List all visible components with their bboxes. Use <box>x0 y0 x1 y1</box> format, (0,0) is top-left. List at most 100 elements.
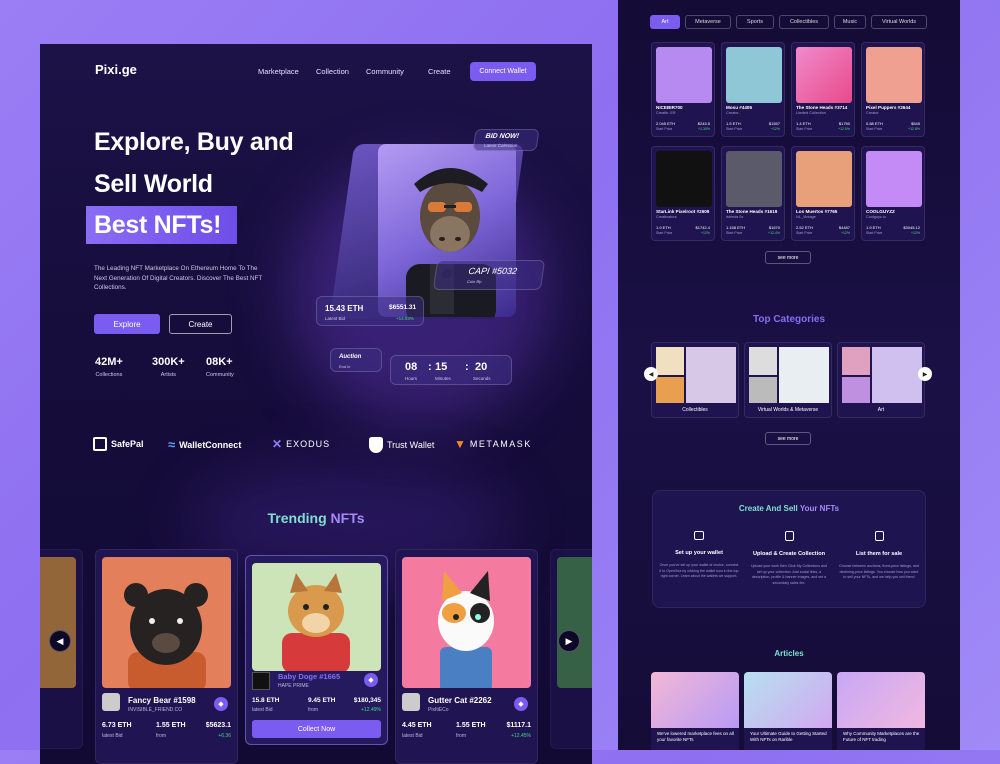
see-more-collections-button[interactable]: see more <box>765 251 811 264</box>
trending-title-a: Trending <box>267 510 331 526</box>
step-description: Once you've set up your wallet of choice… <box>659 563 739 578</box>
hero-title-line1: Explore, Buy and <box>94 128 294 156</box>
nft-eth2: 1.55 ETH <box>456 722 486 729</box>
nft-card-gutter-cat[interactable]: Gutter Cat #2262 PixItiECo ◆ 4.45 ETH la… <box>395 549 538 764</box>
nav-community[interactable]: Community <box>366 67 404 76</box>
exodus-logo[interactable]: ✕ EXODUS <box>272 437 330 451</box>
latest-bid-card: 15.43 ETH Latest Bid $6551.31 +14.03% <box>316 296 424 326</box>
nav-collection[interactable]: Collection <box>316 67 349 76</box>
category-thumb <box>656 377 684 403</box>
trust-wallet-label: Trust Wallet <box>387 440 435 450</box>
collection-image <box>656 47 712 103</box>
categories-prev-button[interactable]: ◀ <box>644 367 658 381</box>
logo[interactable]: Pixi.ge <box>95 62 137 77</box>
explore-button[interactable]: Explore <box>94 314 160 334</box>
collection-creator: Creator <box>866 111 879 115</box>
bid-now-badge[interactable]: BID NOW! Latest Collection <box>472 129 540 151</box>
category-tabs: Art Metaverse Sports Collectibles Music … <box>650 15 950 29</box>
categories-next-button[interactable]: ▶ <box>918 367 932 381</box>
nft-card-fancy-bear[interactable]: Fancy Bear #1598 INVISIBLE_FRIEND.CO ◆ 6… <box>95 549 238 764</box>
upload-icon <box>784 531 794 541</box>
nft-eth2-label: from <box>156 733 166 739</box>
article-image <box>744 672 832 728</box>
latest-bid-change: +14.03% <box>396 316 414 321</box>
article-card[interactable]: Your Ultimate Guide to Getting Started W… <box>744 672 832 750</box>
tab-art[interactable]: Art <box>650 15 680 29</box>
category-card-art[interactable]: Art <box>837 342 925 418</box>
nft-creator: HAPE PRIME <box>278 683 309 689</box>
tab-metaverse[interactable]: Metaverse <box>685 15 731 29</box>
nft-name: Gutter Cat #2262 <box>428 696 492 705</box>
hero-title-highlight: Best NFTs! <box>94 211 222 239</box>
category-card-collectibles[interactable]: Collectibles <box>651 342 739 418</box>
collection-usd: $4487 <box>838 225 850 230</box>
article-card[interactable]: Why Community Marketplaces are the Futur… <box>837 672 925 750</box>
connect-wallet-button[interactable]: Connect Wallet <box>470 62 536 81</box>
nav-marketplace[interactable]: Marketplace <box>258 67 299 76</box>
nft-eth2-label: from <box>308 707 318 713</box>
article-card[interactable]: We've lowered marketplace fees on all yo… <box>651 672 739 750</box>
step-title: List them for sale <box>855 551 903 557</box>
walletconnect-logo[interactable]: ≈ WalletConnect <box>168 437 241 452</box>
collection-image <box>726 47 782 103</box>
tab-virtual-worlds[interactable]: Virtual Worlds <box>871 15 927 29</box>
nft-usd: $1117.1 <box>506 722 531 729</box>
chevron-left-icon: ◀ <box>56 635 64 646</box>
collection-eth-label: Start Price <box>726 231 743 235</box>
nft-card-baby-doge[interactable]: Baby Doge #1665 HAPE PRIME ◆ 15.8 ETH la… <box>245 555 388 745</box>
collection-card[interactable]: The Stone Heads #3714 Limited Collection… <box>791 42 855 137</box>
create-button[interactable]: Create <box>169 314 232 334</box>
timer-seconds: 20 <box>475 361 488 373</box>
nft-eth2: 1.55 ETH <box>156 722 186 729</box>
collection-card[interactable]: StarLink Pixelroot #2609 Creatinators 1.… <box>651 146 715 241</box>
safepal-logo[interactable]: SafePal <box>93 437 144 451</box>
trust-wallet-logo[interactable]: Trust Wallet <box>369 437 434 453</box>
collection-eth: 1.158 ETH <box>726 225 746 230</box>
capi-info-card[interactable]: CAPI #5032 Coin flip <box>432 260 546 290</box>
collection-creator: Creatinators <box>656 215 677 219</box>
nft-change: +12.49% <box>361 707 381 713</box>
bid-now-label: BID NOW! <box>485 133 520 140</box>
category-card-virtual-worlds[interactable]: Virtual Worlds & Metaverse <box>744 342 832 418</box>
nft-change: +6.36 <box>218 733 231 739</box>
collection-creator: Creator.. <box>726 111 741 115</box>
nft-card-image <box>252 563 381 671</box>
timer-minutes-label: Minutes <box>435 376 451 381</box>
category-label: Art <box>877 407 885 413</box>
exodus-label: EXODUS <box>286 439 331 449</box>
category-thumb <box>872 347 922 403</box>
collection-name: StarLink Pixelroot #2609 <box>656 209 710 214</box>
tab-collectibles[interactable]: Collectibles <box>779 15 829 29</box>
articles-title: Articles <box>774 649 804 658</box>
collection-name: COOLGUYZZ <box>866 209 895 214</box>
see-more-categories-button[interactable]: see more <box>765 432 811 445</box>
carousel-next-button[interactable]: ▶ <box>558 630 580 652</box>
timer-hours: 08 <box>405 361 418 373</box>
collection-name: Los Muertos #7765 <box>796 209 838 214</box>
trust-wallet-icon <box>369 437 383 453</box>
tab-music[interactable]: Music <box>834 15 866 29</box>
collection-card[interactable]: The Stone Heads #1619 Istrieds 0x 1.158 … <box>721 146 785 241</box>
hero-nft-image[interactable] <box>378 144 516 317</box>
collection-change: +12% <box>910 231 920 235</box>
collection-card[interactable]: Los Muertos #7765 NL_Vintage 2.52 ETH St… <box>791 146 855 241</box>
collection-card[interactable]: COOLGUYZZ Coolguyz.io 1.9 ETH Start Pric… <box>861 146 925 241</box>
stat-label: Community <box>206 372 234 378</box>
nft-eth-label: latest Bid <box>102 733 123 739</box>
collection-eth-label: Start Price <box>866 127 883 131</box>
carousel-prev-button[interactable]: ◀ <box>49 630 71 652</box>
collection-card[interactable]: NICEBIR700 Creatib..ER 2.045 ETH Start P… <box>651 42 715 137</box>
collect-now-button[interactable]: Collect Now <box>252 720 381 738</box>
tab-sports[interactable]: Sports <box>736 15 774 29</box>
timer-minutes: 15 <box>435 361 448 373</box>
walletconnect-label: WalletConnect <box>179 439 242 450</box>
nav-create[interactable]: Create <box>428 67 451 76</box>
collection-creator: Creatib..ER <box>656 111 676 115</box>
stat-label: Collections <box>95 372 123 378</box>
top-categories-title: Top Categories <box>752 314 826 325</box>
metamask-logo[interactable]: ▼ METAMASK <box>454 437 532 451</box>
category-thumb <box>656 347 684 375</box>
creator-avatar <box>102 693 120 711</box>
collection-card[interactable]: Mosu #4405 Creator.. 1.5 ETH Start Price… <box>721 42 785 137</box>
collection-card[interactable]: Pixel Puppers #2644 Creator 0.88 ETH Sta… <box>861 42 925 137</box>
